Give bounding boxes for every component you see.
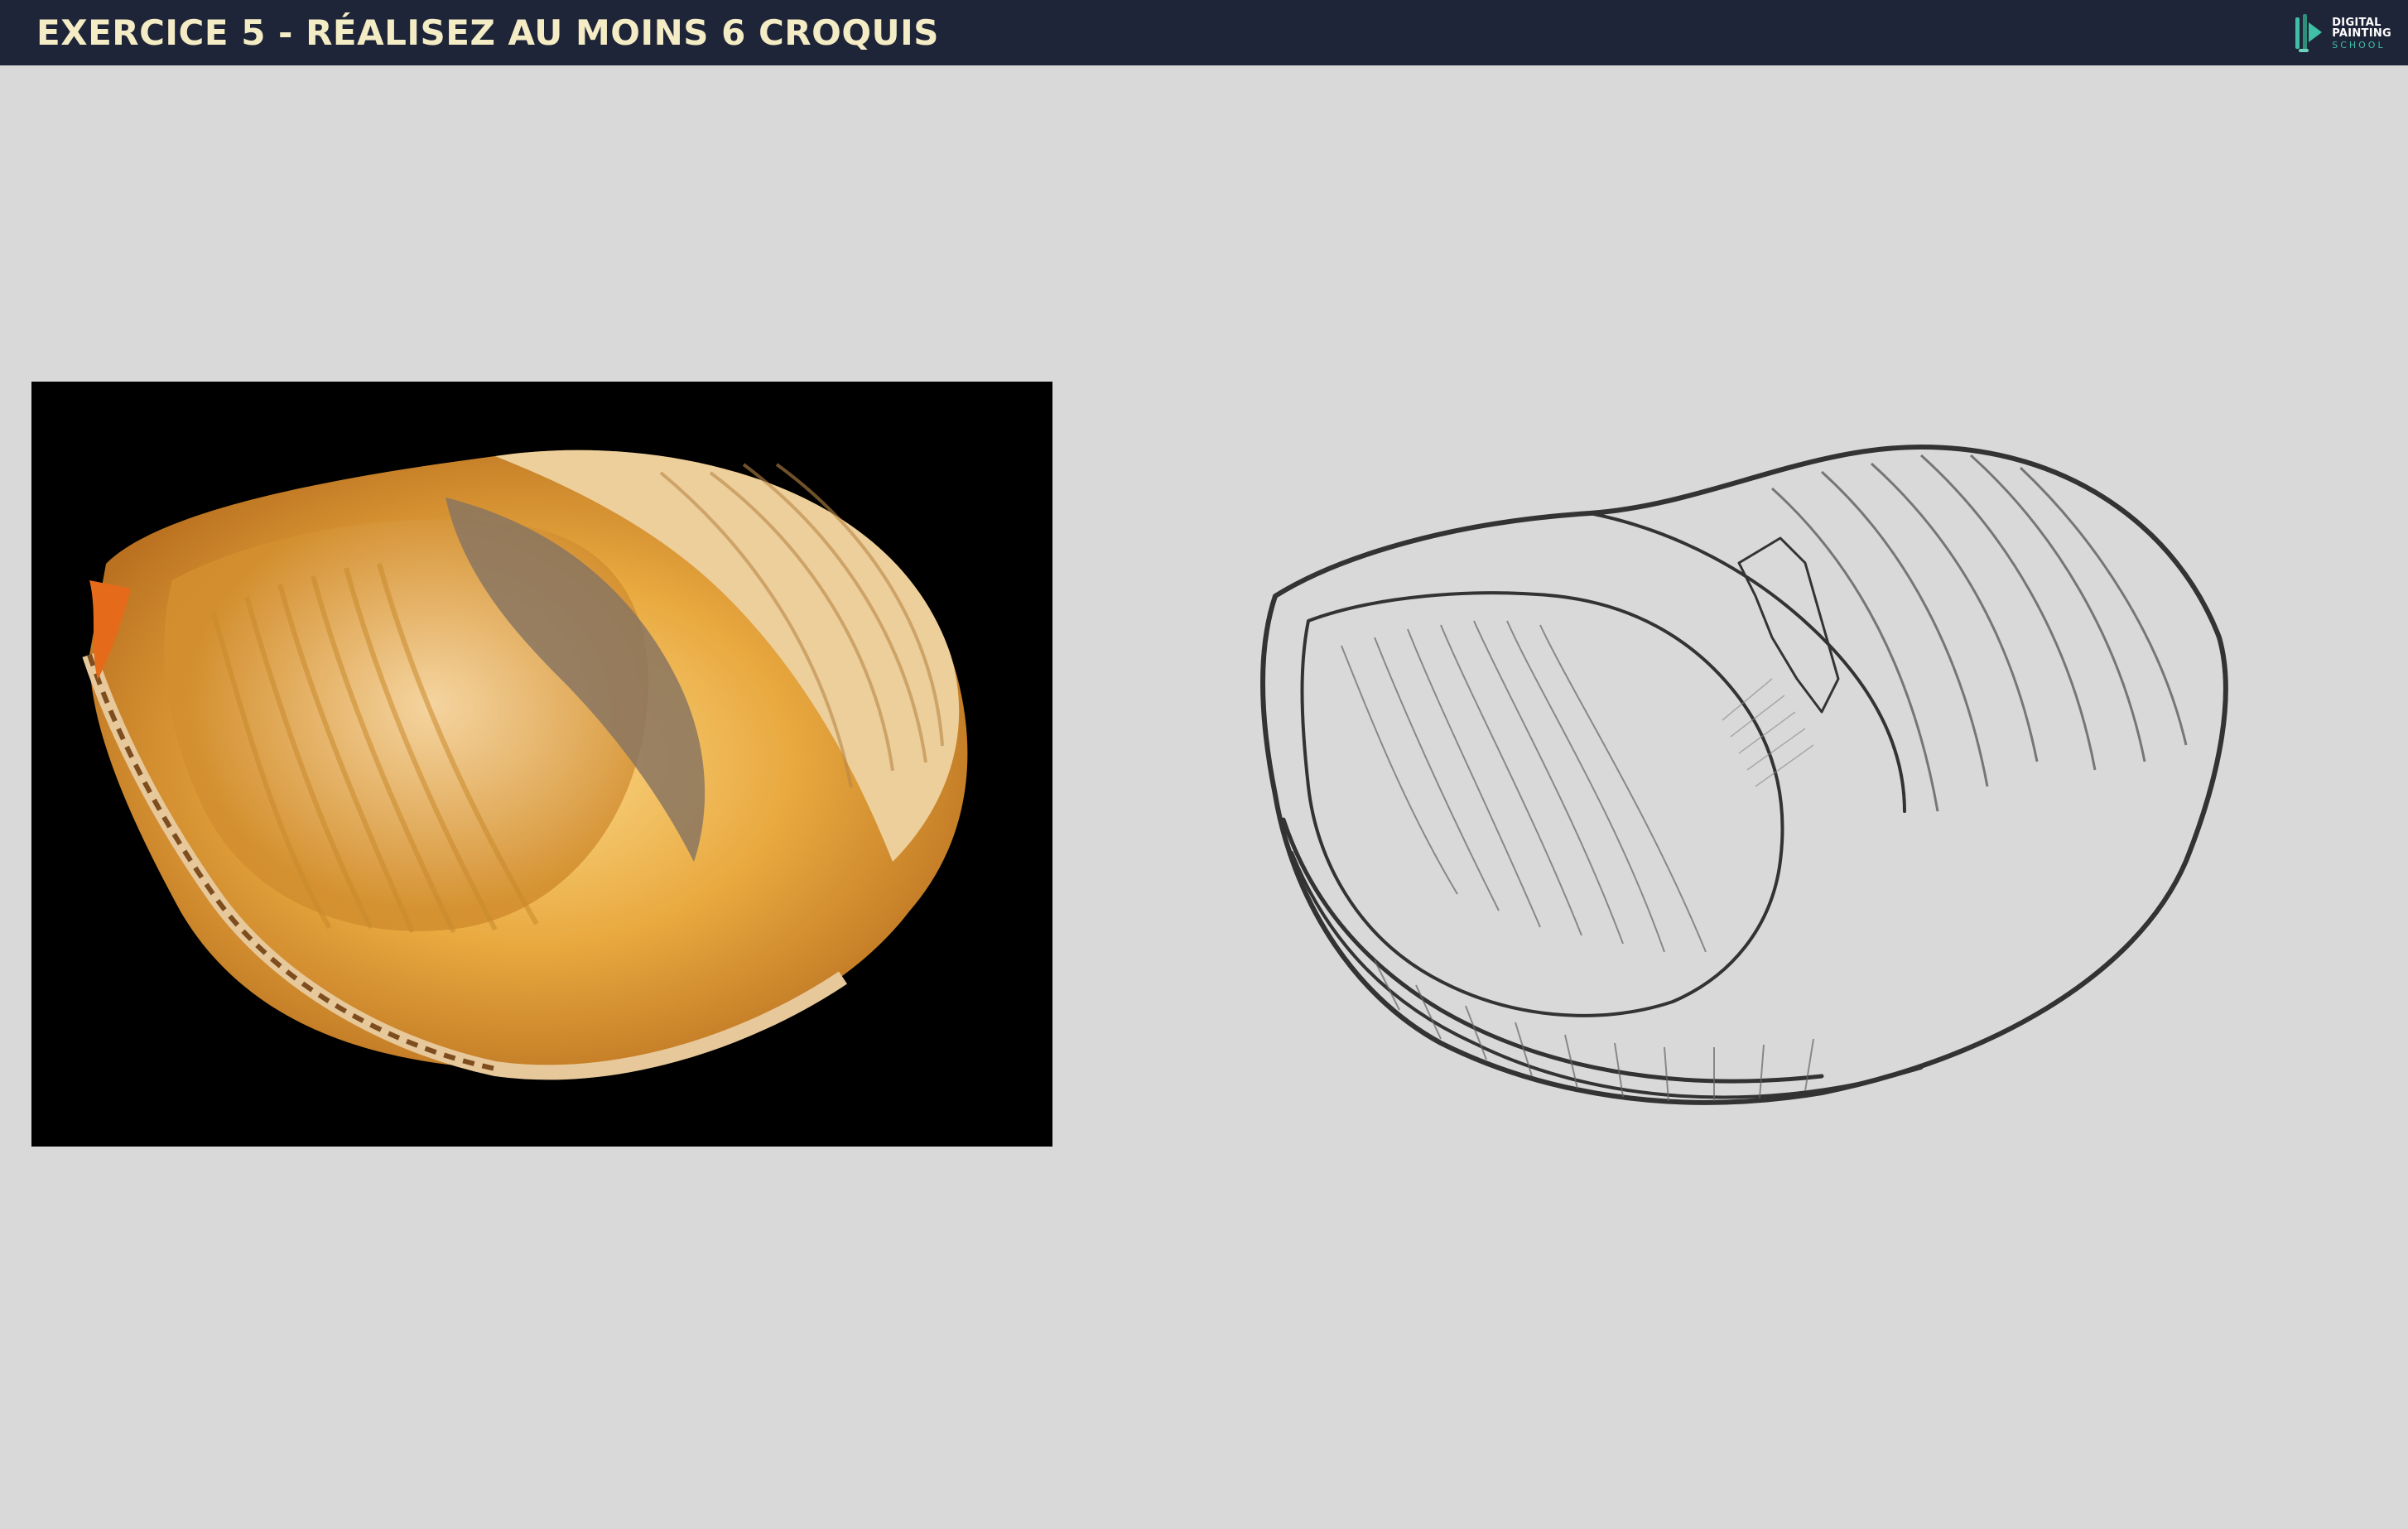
logo-line-3: SCHOOL [2332, 39, 2386, 50]
exercise-title: EXERCICE 5 - RÉALISEZ AU MOINS 6 CROQUIS [36, 12, 940, 53]
seashell-photo [31, 382, 1052, 1147]
digital-painting-school-logo: DIGITAL PAINTING SCHOOL [2290, 12, 2391, 55]
seashell-line-sketch [1242, 430, 2236, 1159]
brush-pen-logo-icon [2295, 14, 2323, 52]
seashell-sketch-illustration [1260, 445, 2228, 1105]
logo-text: DIGITAL PAINTING SCHOOL [2332, 17, 2391, 50]
header-bar: EXERCICE 5 - RÉALISEZ AU MOINS 6 CROQUIS… [0, 0, 2408, 65]
logo-line-2: PAINTING [2332, 26, 2391, 40]
logo-line-1: DIGITAL [2332, 16, 2382, 29]
seashell-photo-illustration [31, 382, 1052, 1147]
